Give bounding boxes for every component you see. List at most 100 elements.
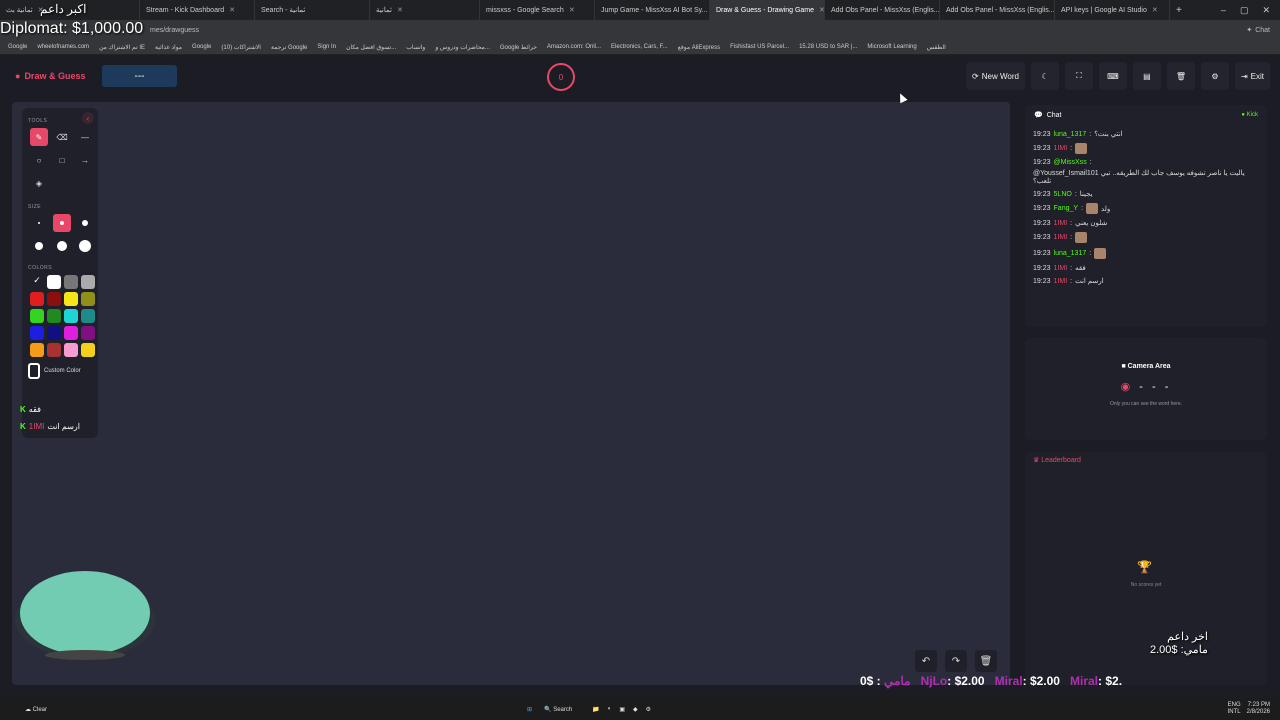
color-swatch[interactable]: [64, 292, 78, 306]
collapse-panel-button[interactable]: ‹: [82, 112, 94, 124]
bookmark[interactable]: واتساب: [406, 44, 425, 51]
chat-username[interactable]: 1IMI: [1054, 220, 1068, 227]
custom-color-picker[interactable]: Custom Color: [28, 363, 92, 379]
color-swatch[interactable]: [81, 309, 95, 323]
browser-tab[interactable]: Search - ثمانية: [255, 0, 370, 20]
close-icon[interactable]: ✕: [1152, 6, 1158, 14]
minimize-icon[interactable]: –: [1221, 5, 1226, 16]
bookmark[interactable]: Google: [8, 44, 27, 50]
bookmark[interactable]: Electronics, Cars, F...: [611, 44, 668, 50]
browser-tab[interactable]: missxss - Google Search ✕: [480, 0, 595, 20]
bookmark[interactable]: مواد غذائية: [155, 44, 182, 51]
theme-button[interactable]: ☾: [1030, 62, 1059, 90]
bookmark[interactable]: الطقس: [927, 44, 946, 51]
bookmark[interactable]: Microsoft Learning: [867, 44, 916, 50]
chat-username[interactable]: 1IMI: [1054, 145, 1068, 152]
chat-username[interactable]: luna_1317: [1054, 131, 1087, 138]
color-swatch[interactable]: [30, 292, 44, 306]
brave-icon[interactable]: ◆: [633, 706, 638, 713]
size-option[interactable]: [76, 237, 94, 255]
browser-tab[interactable]: Stream - Kick Dashboard ✕: [140, 0, 255, 20]
color-swatch[interactable]: [47, 326, 61, 340]
color-swatch[interactable]: [30, 343, 44, 357]
color-swatch[interactable]: [64, 275, 78, 289]
color-swatch[interactable]: [47, 309, 61, 323]
size-option[interactable]: [53, 237, 71, 255]
bookmark[interactable]: 15.28 USD to SAR |...: [799, 44, 857, 50]
rectangle-tool[interactable]: □: [53, 151, 71, 169]
bookmark[interactable]: تم الاشتراك من IE: [99, 44, 145, 51]
color-swatch[interactable]: [81, 292, 95, 306]
chat-username[interactable]: 1IMI: [1054, 278, 1068, 285]
fullscreen-button[interactable]: ⛶: [1064, 62, 1093, 90]
custom-color-box[interactable]: [28, 363, 40, 379]
pencil-tool[interactable]: ✎: [30, 128, 48, 146]
clear-canvas-button[interactable]: 🗑: [975, 650, 997, 672]
color-swatch[interactable]: [30, 309, 44, 323]
color-swatch[interactable]: [47, 292, 61, 306]
chat-username[interactable]: 1IMI: [1054, 234, 1068, 241]
color-swatch-selected[interactable]: ✓: [30, 275, 44, 289]
chat-username[interactable]: Fang_Y: [1054, 205, 1079, 212]
browser-tab[interactable]: Add Obs Panel - MissXss (Englis...✕: [940, 0, 1055, 20]
color-swatch[interactable]: [30, 326, 44, 340]
size-option-selected[interactable]: [53, 214, 71, 232]
color-swatch[interactable]: [64, 309, 78, 323]
window-close-icon[interactable]: ✕: [1262, 5, 1270, 16]
size-option[interactable]: [30, 214, 48, 232]
chat-username[interactable]: 1IMI: [1054, 265, 1068, 272]
browser-tab[interactable]: Add Obs Panel - MissXss (Englis...✕: [825, 0, 940, 20]
circle-tool[interactable]: ○: [30, 151, 48, 169]
windows-start-icon[interactable]: ⊞: [527, 706, 532, 713]
chat-username[interactable]: luna_1317: [1054, 250, 1087, 257]
color-swatch[interactable]: [47, 275, 61, 289]
clock[interactable]: 7:23 PM 2/8/2026: [1247, 702, 1270, 716]
close-icon[interactable]: ✕: [569, 6, 575, 14]
color-swatch[interactable]: [81, 275, 95, 289]
bookmark[interactable]: تسوق افضل مكان...: [346, 44, 396, 51]
trash-button[interactable]: 🗑: [1166, 62, 1195, 90]
maximize-icon[interactable]: ▢: [1240, 5, 1249, 16]
settings-button[interactable]: ⚙: [1200, 62, 1229, 90]
exit-button[interactable]: ⇥ Exit: [1234, 62, 1270, 90]
keyboard-button[interactable]: ⌨: [1098, 62, 1127, 90]
edge-icon[interactable]: ◐: [608, 706, 612, 712]
store-icon[interactable]: ▣: [619, 706, 625, 713]
bookmark[interactable]: موقع AliExpress: [678, 44, 720, 51]
fill-tool[interactable]: ◈: [30, 174, 48, 192]
browser-tab[interactable]: Jump Game - MissXss AI Bot Sy...✕: [595, 0, 710, 20]
bookmark[interactable]: ترجمة Google: [271, 44, 307, 51]
close-icon[interactable]: ✕: [397, 6, 403, 14]
bookmark[interactable]: Google: [192, 44, 211, 50]
size-option[interactable]: [76, 214, 94, 232]
redo-button[interactable]: ↷: [945, 650, 967, 672]
undo-button[interactable]: ↶: [915, 650, 937, 672]
bookmark[interactable]: محاضرات ودروس و...: [435, 44, 490, 51]
browser-tab-active[interactable]: Draw & Guess - Drawing Game ✕: [710, 0, 825, 20]
bookmark[interactable]: Sign In: [317, 44, 336, 50]
bookmark[interactable]: (10) الاشتراكات: [221, 44, 261, 51]
drawing-canvas[interactable]: [12, 102, 1010, 685]
line-tool[interactable]: —: [76, 128, 94, 146]
archive-button[interactable]: ▤: [1132, 62, 1161, 90]
chat-username[interactable]: @MissXss: [1054, 159, 1087, 166]
close-icon[interactable]: ✕: [229, 6, 235, 14]
new-word-button[interactable]: ⟳ New Word: [966, 62, 1025, 90]
color-swatch[interactable]: [81, 343, 95, 357]
color-swatch[interactable]: [64, 343, 78, 357]
bookmark[interactable]: Google خرائط: [500, 44, 537, 51]
color-swatch[interactable]: [64, 326, 78, 340]
color-swatch[interactable]: [47, 343, 61, 357]
language-indicator[interactable]: ENG INTL: [1228, 702, 1241, 716]
browser-tab[interactable]: API keys | Google AI Studio ✕: [1055, 0, 1170, 20]
chat-button[interactable]: ✦ Chat: [1246, 26, 1270, 35]
arrow-tool[interactable]: →: [76, 151, 94, 169]
taskbar-search[interactable]: 🔍 Search: [544, 706, 572, 713]
new-tab-icon[interactable]: +: [1170, 5, 1188, 16]
bookmark[interactable]: Fishisfast US Parcel...: [730, 44, 789, 50]
chat-username[interactable]: 5LNO: [1054, 191, 1072, 198]
weather-widget[interactable]: ☁ Clear: [25, 706, 47, 713]
browser-tab[interactable]: ثمانية ✕: [370, 0, 480, 20]
color-swatch[interactable]: [81, 326, 95, 340]
bookmark[interactable]: Amazon.com: Onli...: [547, 44, 601, 50]
